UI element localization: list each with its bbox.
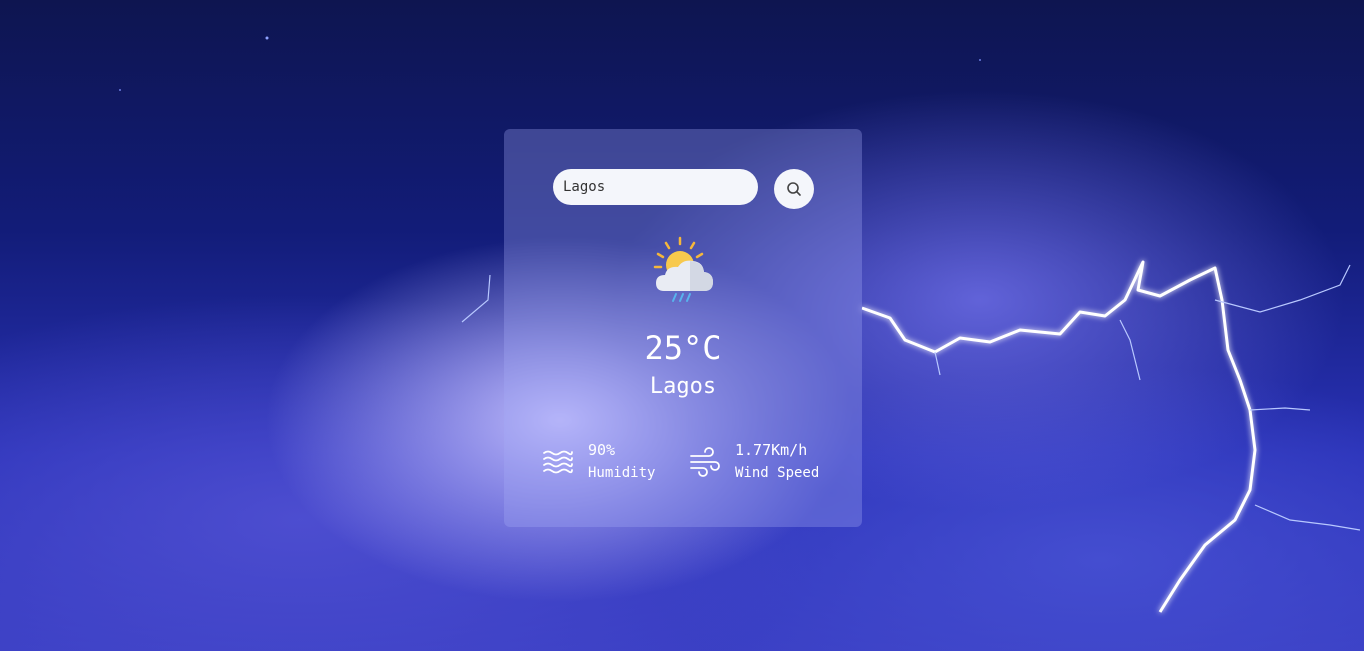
city-name: Lagos — [649, 374, 717, 399]
waves-icon — [543, 450, 573, 474]
weather-card: 25°C Lagos 90% Humidity 1.77Km/h Wind — [504, 129, 862, 527]
search-icon — [787, 182, 801, 196]
wind-value: 1.77Km/h — [735, 441, 808, 459]
search-button[interactable] — [774, 169, 814, 209]
humidity-label: Humidity — [588, 465, 656, 481]
wind-detail: 1.77Km/h Wind Speed — [689, 439, 819, 485]
temperature: 25°C — [644, 329, 722, 367]
humidity-detail: 90% Humidity — [542, 439, 655, 485]
wind-label: Wind Speed — [735, 465, 820, 481]
wind-icon — [690, 447, 720, 477]
sun-cloud-rain-icon — [653, 236, 713, 302]
humidity-value: 90% — [588, 441, 616, 459]
city-search-input[interactable] — [553, 169, 758, 205]
lightning-bolt — [861, 260, 1257, 613]
